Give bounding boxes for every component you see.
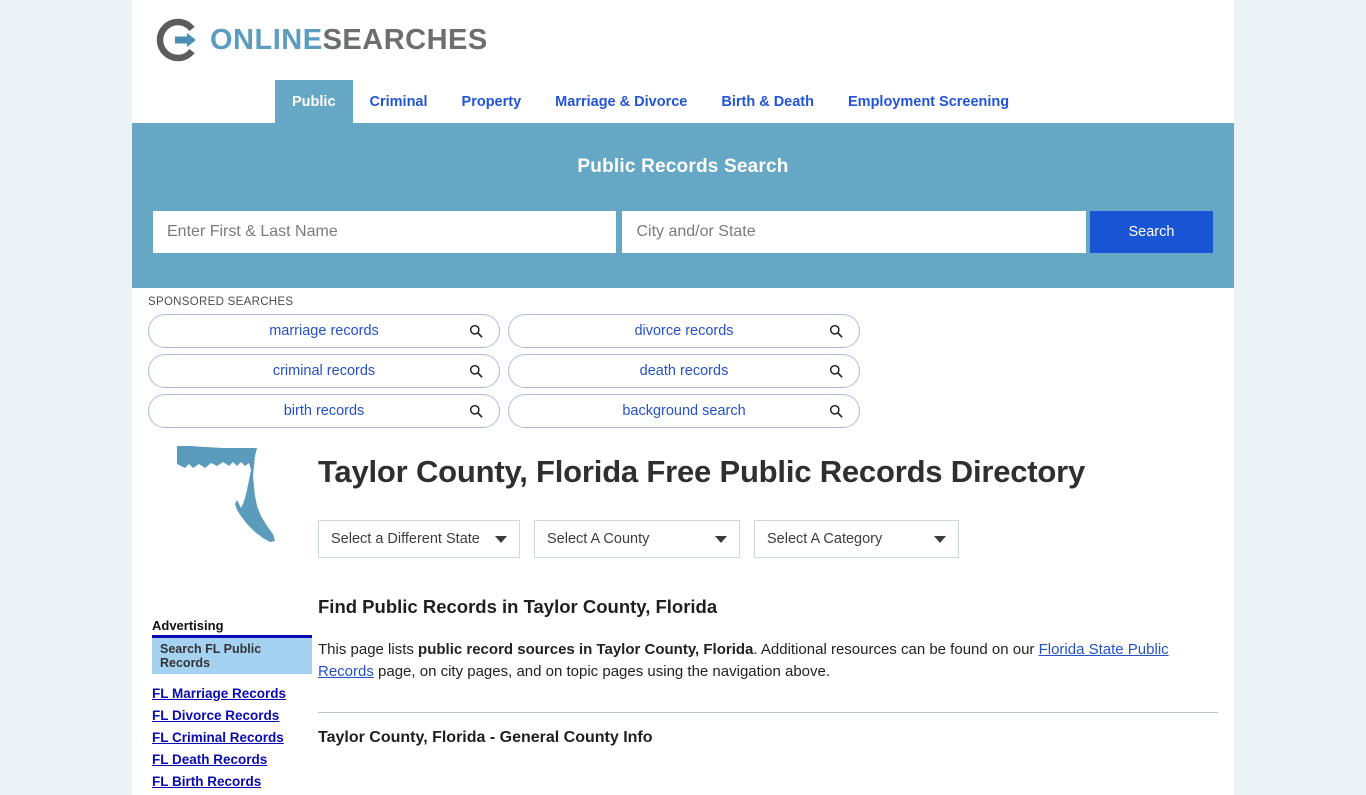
- chevron-down-icon: [495, 535, 507, 543]
- site-header: ONLINESEARCHES: [132, 0, 1234, 80]
- name-search-input[interactable]: [153, 211, 617, 253]
- advertising-links-list: FL Marriage Records FL Divorce Records F…: [152, 685, 304, 791]
- nav-item-birth-death[interactable]: Birth & Death: [704, 80, 831, 123]
- page-title: Taylor County, Florida Free Public Recor…: [318, 454, 1086, 489]
- sponsored-searches-grid: marriage records divorce records crimina…: [148, 314, 1218, 428]
- paragraph-part-2: . Additional resources can be found on o…: [753, 640, 1039, 658]
- public-records-search-banner: Public Records Search Search: [132, 123, 1234, 288]
- section-heading: Find Public Records in Taylor County, Fl…: [318, 595, 718, 617]
- section-divider: [318, 711, 1218, 713]
- sponsored-pill-label: death records: [639, 363, 729, 379]
- ad-link-fl-marriage-records[interactable]: FL Marriage Records: [152, 686, 286, 701]
- list-item: FL Birth Records: [152, 773, 304, 791]
- county-select-value: Select A County: [547, 530, 650, 547]
- sponsored-pill-label: divorce records: [634, 323, 734, 339]
- content-area: Advertising Search FL Public Records FL …: [132, 428, 1234, 795]
- chevron-down-icon: [715, 535, 727, 543]
- sponsored-pill-label: criminal records: [272, 363, 376, 379]
- search-icon: [469, 364, 483, 378]
- nav-item-label: Public: [292, 93, 336, 110]
- ad-link-fl-death-records[interactable]: FL Death Records: [152, 752, 267, 767]
- state-map-container: [148, 428, 304, 596]
- nav-item-public[interactable]: Public: [275, 80, 353, 123]
- list-item: FL Death Records: [152, 751, 304, 769]
- nav-item-label: Employment Screening: [848, 93, 1010, 110]
- nav-item-property[interactable]: Property: [445, 80, 539, 123]
- county-select[interactable]: Select A County: [534, 519, 740, 558]
- nav-item-marriage-divorce[interactable]: Marriage & Divorce: [538, 80, 704, 123]
- sponsored-pill-death-records[interactable]: death records: [508, 354, 860, 388]
- logo-secondary-text: SEARCHES: [322, 23, 488, 56]
- list-item: FL Divorce Records: [152, 707, 304, 725]
- nav-item-label: Criminal: [369, 93, 428, 110]
- search-icon: [829, 324, 843, 338]
- nav-item-label: Marriage & Divorce: [555, 93, 688, 110]
- search-icon: [469, 404, 483, 418]
- nav-item-label: Property: [461, 93, 522, 110]
- search-fl-public-records-ad[interactable]: Search FL Public Records: [152, 638, 312, 674]
- circle-arrow-logo-icon: [154, 16, 202, 64]
- general-county-info-heading: Taylor County, Florida - General County …: [318, 728, 653, 746]
- main-column: Taylor County, Florida Free Public Recor…: [310, 428, 1234, 795]
- nav-item-label: Birth & Death: [721, 93, 814, 110]
- nav-item-criminal[interactable]: Criminal: [353, 80, 445, 123]
- nav-item-employment-screening[interactable]: Employment Screening: [831, 80, 1026, 123]
- florida-state-map-icon: [171, 442, 281, 596]
- chevron-down-icon: [934, 535, 946, 543]
- location-search-input[interactable]: [622, 211, 1086, 253]
- category-select-value: Select A Category: [767, 530, 883, 547]
- search-icon: [829, 364, 843, 378]
- ad-link-fl-birth-records[interactable]: FL Birth Records: [152, 774, 261, 789]
- sponsored-pill-label: marriage records: [269, 323, 379, 339]
- ad-link-fl-criminal-records[interactable]: FL Criminal Records: [152, 730, 284, 745]
- list-item: FL Marriage Records: [152, 685, 304, 703]
- sponsored-pill-criminal-records[interactable]: criminal records: [148, 354, 500, 388]
- search-submit-button[interactable]: Search: [1089, 211, 1213, 253]
- category-select[interactable]: Select A Category: [754, 519, 959, 558]
- site-logo[interactable]: ONLINESEARCHES: [154, 15, 488, 65]
- ad-link-fl-divorce-records[interactable]: FL Divorce Records: [152, 708, 279, 723]
- paragraph-part-3: page, on city pages, and on topic pages …: [373, 663, 831, 681]
- logo-wordmark: ONLINESEARCHES: [210, 23, 488, 56]
- sponsored-searches: SPONSORED SEARCHES marriage records divo…: [132, 288, 1234, 428]
- state-select[interactable]: Select a Different State: [318, 519, 520, 558]
- primary-navigation: Public Criminal Property Marriage & Divo…: [132, 80, 1234, 123]
- search-icon: [469, 324, 483, 338]
- logo-primary-text: ONLINE: [210, 23, 323, 56]
- sponsored-pill-label: background search: [622, 403, 746, 419]
- paragraph-part-1: This page lists: [318, 640, 419, 658]
- sponsored-pill-marriage-records[interactable]: marriage records: [148, 314, 500, 348]
- nav-list: Public Criminal Property Marriage & Divo…: [275, 80, 1234, 123]
- sponsored-pill-divorce-records[interactable]: divorce records: [508, 314, 860, 348]
- page-container: ONLINESEARCHES Public Criminal Property …: [132, 0, 1234, 795]
- sidebar: Advertising Search FL Public Records FL …: [132, 428, 312, 795]
- sponsored-searches-label: SPONSORED SEARCHES: [148, 296, 294, 308]
- state-select-value: Select a Different State: [331, 530, 480, 547]
- search-icon: [829, 404, 843, 418]
- intro-paragraph: This page lists public record sources in…: [318, 639, 1218, 684]
- sponsored-pill-label: birth records: [283, 403, 365, 419]
- sponsored-pill-background-search[interactable]: background search: [508, 394, 860, 428]
- sponsored-pill-birth-records[interactable]: birth records: [148, 394, 500, 428]
- advertising-heading: Advertising: [152, 618, 224, 633]
- list-item: FL Criminal Records: [152, 729, 304, 747]
- filter-selects: Select a Different State Select A County…: [318, 519, 1218, 558]
- search-banner-title: Public Records Search: [577, 156, 789, 177]
- search-form: Search: [153, 211, 1213, 253]
- paragraph-bold-phrase: public record sources in Taylor County, …: [418, 640, 754, 658]
